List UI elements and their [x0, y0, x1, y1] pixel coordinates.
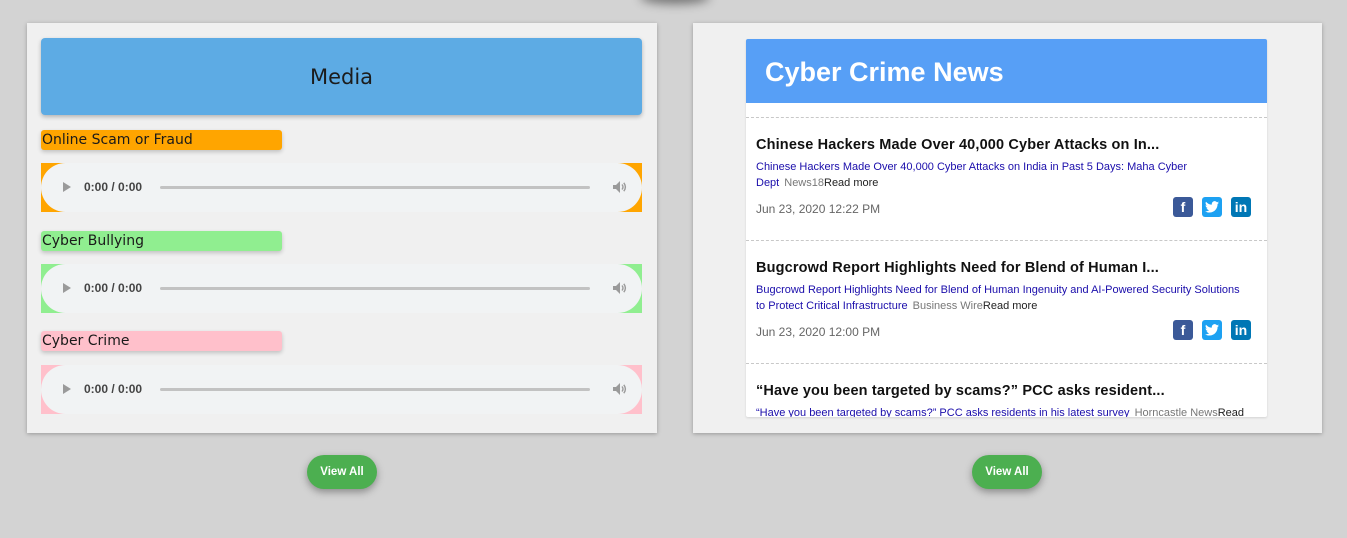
category-label-online-scam: Online Scam or Fraud — [41, 130, 282, 150]
news-date: Jun 23, 2020 12:22 PM — [756, 202, 881, 216]
twitter-icon[interactable] — [1202, 320, 1222, 340]
audio-time: 0:00 / 0:00 — [84, 180, 143, 194]
news-view-all-button[interactable]: View All — [972, 455, 1042, 489]
volume-icon[interactable] — [612, 180, 628, 194]
linkedin-icon[interactable]: in — [1231, 320, 1251, 340]
news-card: Cyber Crime News Chinese Hackers Made Ov… — [746, 39, 1267, 417]
audio-progress-bar[interactable] — [160, 287, 590, 290]
news-snippet: “Have you been targeted by scams?” PCC a… — [756, 405, 1251, 417]
twitter-icon[interactable] — [1202, 197, 1222, 217]
news-header: Cyber Crime News — [746, 39, 1267, 103]
media-view-all-button[interactable]: View All — [307, 455, 377, 489]
audio-player-cyber-crime[interactable]: 0:00 / 0:00 — [41, 365, 642, 414]
volume-icon[interactable] — [612, 382, 628, 396]
social-share: f in — [1173, 320, 1251, 340]
news-source: Horncastle News — [1134, 407, 1218, 417]
linkedin-icon[interactable]: in — [1231, 197, 1251, 217]
category-label-cyber-crime: Cyber Crime — [41, 331, 282, 351]
audio-progress-bar[interactable] — [160, 388, 590, 391]
news-item: Bugcrowd Report Highlights Need for Blen… — [746, 240, 1267, 363]
play-icon[interactable] — [63, 182, 71, 192]
category-label-cyber-bullying: Cyber Bullying — [41, 231, 282, 251]
audio-progress-bar[interactable] — [160, 186, 590, 189]
read-more-link[interactable]: Read more — [983, 300, 1037, 312]
news-item: “Have you been targeted by scams?” PCC a… — [746, 363, 1267, 417]
news-snippet: Chinese Hackers Made Over 40,000 Cyber A… — [756, 159, 1251, 191]
news-source: News18 — [784, 177, 824, 189]
social-share: f in — [1173, 197, 1251, 217]
media-header: Media — [41, 38, 642, 115]
media-panel: Media Online Scam or Fraud 0:00 / 0:00 C… — [27, 23, 657, 433]
audio-time: 0:00 / 0:00 — [84, 281, 143, 295]
news-title[interactable]: Bugcrowd Report Highlights Need for Blen… — [756, 260, 1159, 276]
news-source: Business Wire — [912, 300, 983, 312]
news-date: Jun 23, 2020 12:00 PM — [756, 325, 881, 339]
news-snippet-link[interactable]: “Have you been targeted by scams?” PCC a… — [756, 407, 1130, 417]
facebook-icon[interactable]: f — [1173, 320, 1193, 340]
audio-controls: 0:00 / 0:00 — [41, 264, 642, 313]
news-title[interactable]: “Have you been targeted by scams?” PCC a… — [756, 383, 1165, 399]
audio-player-online-scam[interactable]: 0:00 / 0:00 — [41, 163, 642, 212]
news-panel: Cyber Crime News Chinese Hackers Made Ov… — [693, 23, 1322, 433]
audio-controls: 0:00 / 0:00 — [41, 163, 642, 212]
read-more-link[interactable]: Read more — [824, 177, 878, 189]
news-title[interactable]: Chinese Hackers Made Over 40,000 Cyber A… — [756, 137, 1159, 153]
play-icon[interactable] — [63, 384, 71, 394]
audio-player-cyber-bullying[interactable]: 0:00 / 0:00 — [41, 264, 642, 313]
audio-controls: 0:00 / 0:00 — [41, 365, 642, 414]
audio-time: 0:00 / 0:00 — [84, 382, 143, 396]
volume-icon[interactable] — [612, 281, 628, 295]
facebook-icon[interactable]: f — [1173, 197, 1193, 217]
play-icon[interactable] — [63, 283, 71, 293]
news-snippet: Bugcrowd Report Highlights Need for Blen… — [756, 282, 1251, 314]
news-item: Chinese Hackers Made Over 40,000 Cyber A… — [746, 117, 1267, 240]
